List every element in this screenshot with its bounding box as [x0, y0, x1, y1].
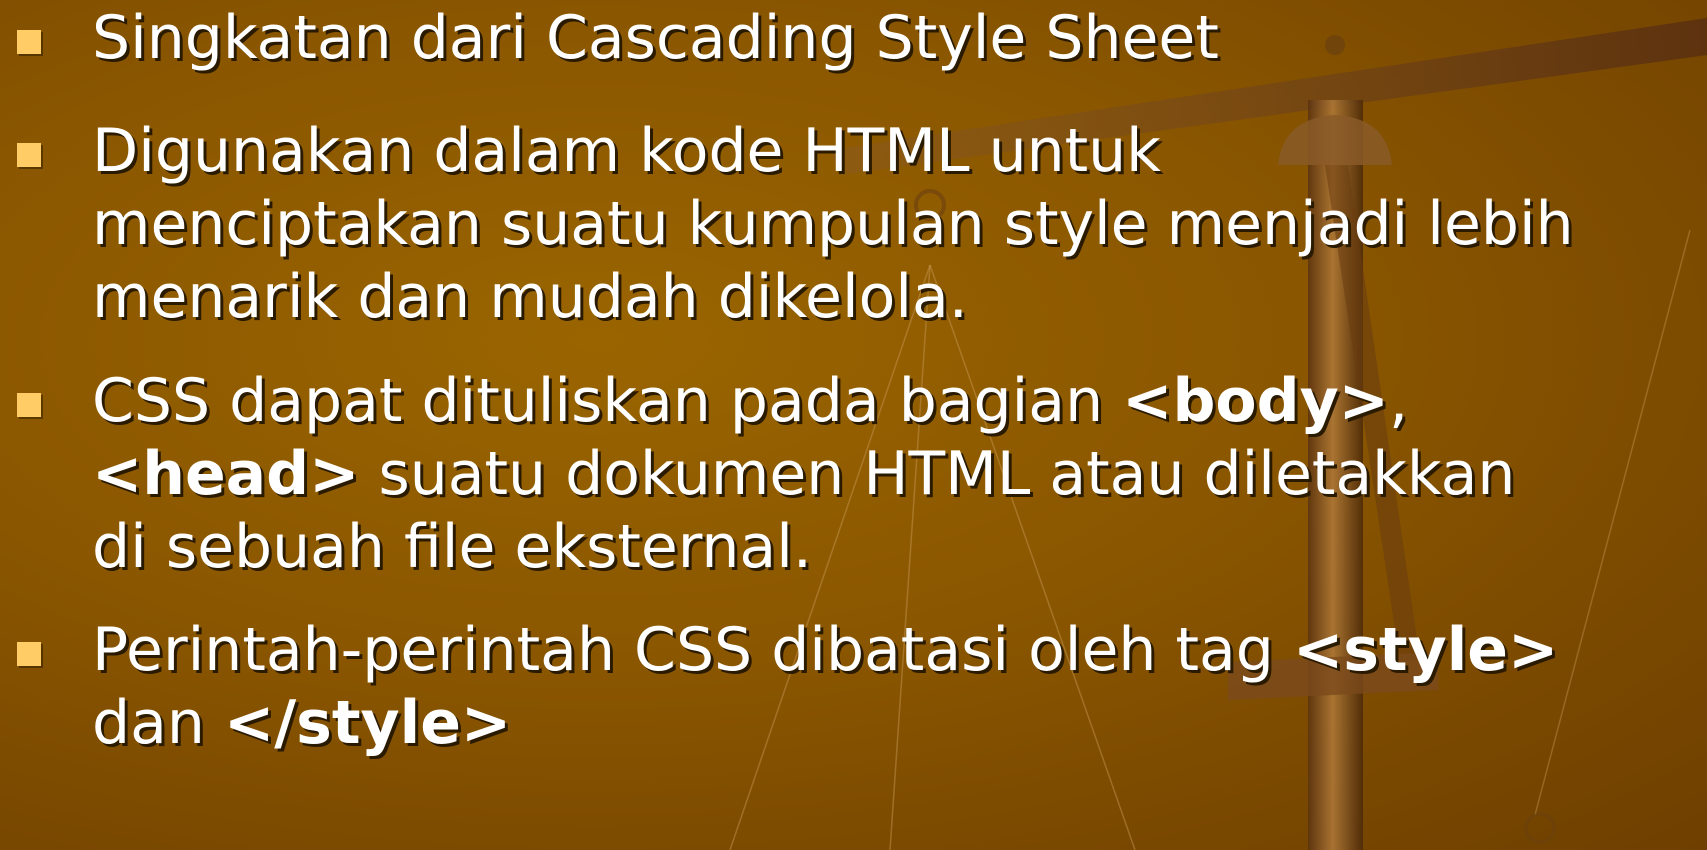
text-line: CSS dapat dituliskan pada bagian <body>, — [92, 365, 1515, 438]
text-run: menarik dan mudah dikelola. — [92, 262, 968, 332]
text-line: di sebuah file eksternal. — [92, 511, 1515, 584]
code-tag-head: <head> — [92, 439, 360, 509]
bullet-item: Digunakan dalam kode HTML untuk mencipta… — [10, 115, 1700, 334]
text-line: Perintah-perintah CSS dibatasi oleh tag … — [92, 614, 1558, 687]
bullet-text: Perintah-perintah CSS dibatasi oleh tag … — [92, 614, 1558, 760]
bullet-text: Singkatan dari Cascading Style Sheet — [92, 2, 1219, 75]
bullet-item: Singkatan dari Cascading Style Sheet — [10, 2, 1700, 75]
slide-content: Singkatan dari Cascading Style Sheet Dig… — [0, 0, 1707, 850]
text-run: Perintah-perintah CSS dibatasi oleh tag — [92, 615, 1293, 685]
text-run: Digunakan dalam kode HTML untuk — [92, 116, 1161, 186]
code-tag-body: <body> — [1122, 366, 1389, 436]
text-line: Digunakan dalam kode HTML untuk — [92, 115, 1574, 188]
text-line: menarik dan mudah dikelola. — [92, 261, 1574, 334]
bullet-square-icon — [17, 393, 41, 417]
text-line: <head> suatu dokumen HTML atau diletakka… — [92, 438, 1515, 511]
bullet-square-icon — [17, 30, 41, 54]
bullet-square-icon — [17, 143, 41, 167]
text-run: Singkatan dari Cascading Style Sheet — [92, 3, 1219, 73]
text-line: dan </style> — [92, 687, 1558, 760]
code-tag-style-close: </style> — [223, 688, 512, 758]
text-line: Singkatan dari Cascading Style Sheet — [92, 2, 1219, 75]
code-tag-style-open: <style> — [1292, 615, 1559, 685]
bullet-square-icon — [17, 642, 41, 666]
bullet-item: CSS dapat dituliskan pada bagian <body>,… — [10, 365, 1700, 584]
text-run: CSS dapat dituliskan pada bagian — [92, 366, 1123, 436]
text-run: suatu dokumen HTML atau diletakkan — [359, 439, 1516, 509]
bullet-item: Perintah-perintah CSS dibatasi oleh tag … — [10, 614, 1700, 760]
text-line: menciptakan suatu kumpulan style menjadi… — [92, 188, 1574, 261]
bullet-text: CSS dapat dituliskan pada bagian <body>,… — [92, 365, 1515, 584]
text-run: menciptakan suatu kumpulan style menjadi… — [92, 189, 1574, 259]
text-run: di sebuah file eksternal. — [92, 512, 812, 582]
text-run: dan — [92, 688, 224, 758]
bullet-text: Digunakan dalam kode HTML untuk mencipta… — [92, 115, 1574, 334]
text-run: , — [1388, 366, 1409, 436]
